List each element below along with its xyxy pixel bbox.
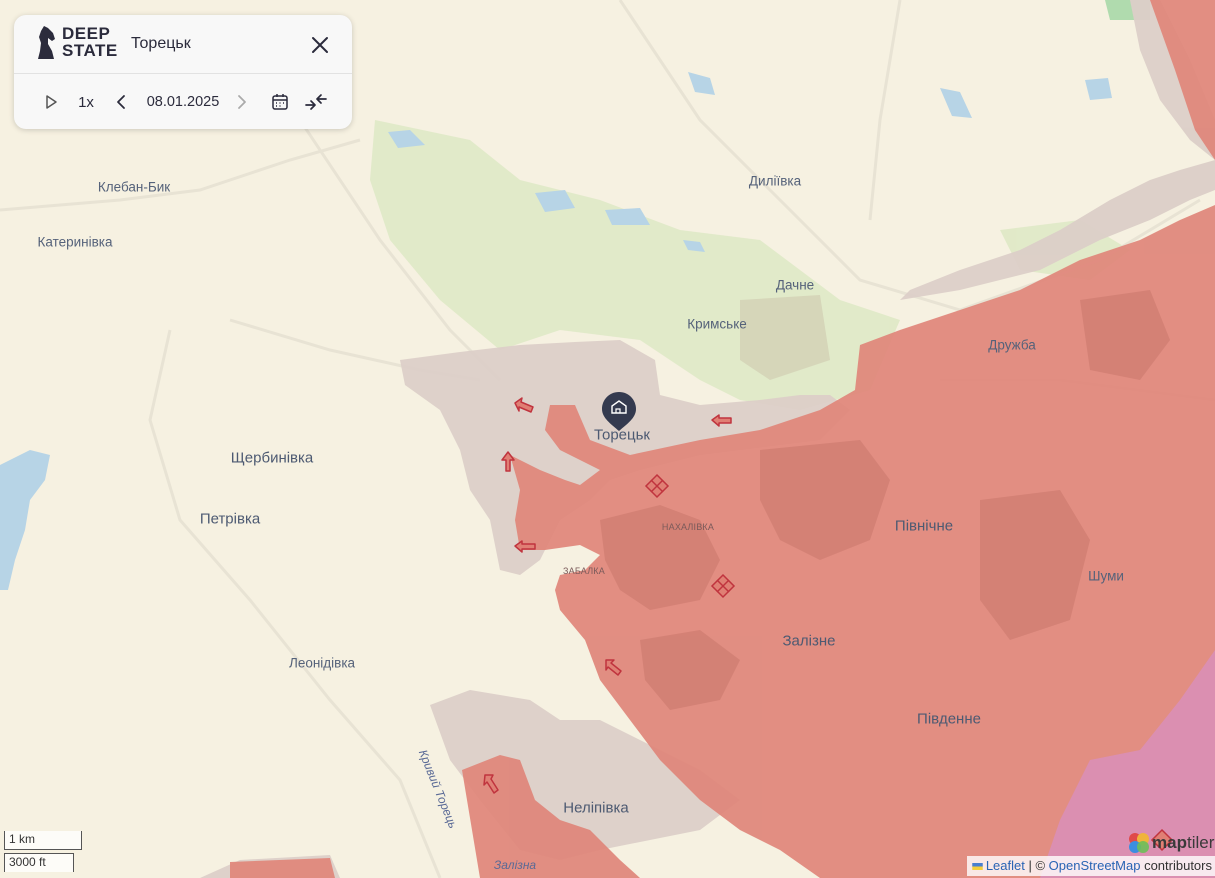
- speed-toggle[interactable]: 1x: [76, 91, 96, 113]
- control-panel: DEEP STATE Торецьк 1x 08.01.2025: [14, 15, 352, 129]
- panel-title: Торецьк: [131, 35, 191, 52]
- attribution-separator: | ©: [1024, 858, 1049, 873]
- place-label: Петрівка: [199, 510, 261, 528]
- place-label-city: Торецьк: [594, 426, 650, 444]
- knight-logo-icon: [38, 26, 55, 59]
- place-label: Катеринівка: [37, 234, 113, 250]
- district-label: НАХАЛІВКА: [661, 522, 715, 532]
- compare-button[interactable]: [303, 91, 329, 113]
- close-icon: [312, 37, 328, 53]
- place-label: Дружба: [988, 337, 1036, 353]
- place-label: Диліївка: [748, 173, 802, 189]
- place-label: Північне: [894, 517, 954, 535]
- maptiler-icon: [1129, 833, 1149, 853]
- previous-date-button[interactable]: [112, 91, 130, 113]
- chevron-left-icon: [117, 95, 125, 109]
- calendar-button[interactable]: [269, 91, 291, 113]
- place-label: Дачне: [775, 277, 815, 293]
- place-label: Південне: [917, 710, 981, 728]
- place-label: Неліпівка: [563, 799, 629, 817]
- maptiler-text: maptiler: [1152, 833, 1215, 852]
- deepstate-logo[interactable]: DEEP STATE: [36, 25, 118, 63]
- attribution-bar: Leaflet | © OpenStreetMap contributors: [966, 856, 1215, 876]
- place-label: Залізне: [782, 632, 836, 650]
- attribution-contributors: contributors: [1140, 858, 1212, 873]
- place-label: Щербинівка: [230, 449, 314, 467]
- play-button[interactable]: [40, 91, 62, 113]
- place-label: Кримське: [687, 316, 747, 332]
- play-icon: [46, 95, 57, 109]
- current-date[interactable]: 08.01.2025: [142, 91, 224, 113]
- place-label: Леонідівка: [288, 655, 356, 671]
- place-label: Шуми: [1088, 568, 1124, 584]
- next-date-button[interactable]: [233, 91, 251, 113]
- maptiler-logo[interactable]: maptiler: [1128, 831, 1214, 855]
- place-label: Клебан-Бик: [97, 179, 171, 195]
- collapse-arrows-icon: [305, 94, 327, 110]
- chevron-right-icon: [238, 95, 246, 109]
- district-label: ЗАБАЛКА: [563, 566, 605, 576]
- railway-label: Залізна: [493, 858, 537, 872]
- osm-link[interactable]: OpenStreetMap: [1049, 858, 1141, 873]
- panel-header: DEEP STATE Торецьк: [14, 15, 352, 74]
- ukraine-flag-icon: [972, 863, 983, 871]
- close-button[interactable]: [308, 33, 332, 57]
- scale-imperial: 3000 ft: [4, 853, 74, 872]
- leaflet-link[interactable]: Leaflet: [986, 858, 1025, 873]
- calendar-icon: [272, 94, 288, 110]
- logo-text: DEEP STATE: [62, 24, 118, 60]
- scale-metric: 1 km: [4, 831, 82, 850]
